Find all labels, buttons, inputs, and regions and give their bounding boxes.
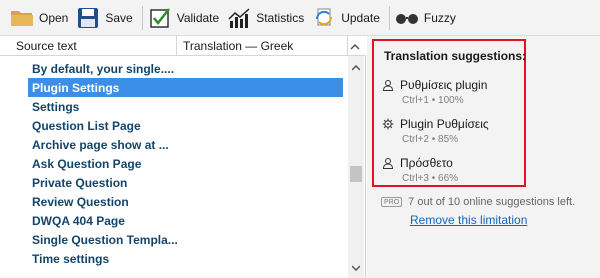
online-suggestions-status: PRO 7 out of 10 online suggestions left. — [381, 196, 575, 208]
fuzzy-button[interactable]: Fuzzy — [393, 3, 462, 33]
suggestion-meta: Ctrl+1 • 100% — [402, 95, 464, 106]
person-icon — [382, 79, 394, 91]
suggestion-meta: Ctrl+2 • 85% — [402, 134, 459, 145]
update-label: Update — [341, 10, 380, 25]
column-source-text[interactable]: Source text — [16, 39, 77, 53]
person-icon — [382, 157, 394, 169]
list-item-text: DWQA 404 Page — [32, 213, 125, 228]
list-item-selected[interactable]: Plugin Settings — [28, 78, 343, 97]
scroll-up-arrow-icon[interactable] — [351, 60, 361, 74]
pro-badge: PRO — [381, 197, 403, 207]
scroll-down-arrow-icon[interactable] — [351, 260, 361, 274]
suggestion-text: Ρυθμίσεις plugin — [400, 78, 488, 92]
validate-label: Validate — [176, 10, 220, 25]
list-item[interactable]: Single Question Templa... — [28, 230, 343, 249]
vertical-scrollbar[interactable] — [348, 56, 364, 278]
update-button[interactable]: Update — [310, 3, 386, 33]
list-item[interactable]: Private Question — [28, 173, 343, 192]
statistics-chart-icon — [227, 6, 251, 30]
strings-list: By default, your single.... Plugin Setti… — [0, 56, 348, 278]
list-item[interactable]: Question List Page — [28, 116, 343, 135]
sidebar-panel: Translation suggestions: Ρυθμίσεις plugi… — [367, 36, 600, 278]
list-item-text: Question List Page — [32, 118, 141, 133]
save-button[interactable]: Save — [74, 3, 138, 33]
checkbox-check-icon — [148, 6, 172, 30]
list-item[interactable]: DWQA 404 Page — [28, 211, 343, 230]
update-refresh-icon — [312, 6, 336, 30]
column-divider — [347, 36, 348, 56]
list-item-text: Private Question — [32, 175, 128, 190]
list-item-text: Ask Question Page — [32, 156, 142, 171]
translation-suggestions-box: Translation suggestions: Ρυθμίσεις plugi… — [372, 39, 526, 187]
fuzzy-label: Fuzzy — [423, 10, 456, 25]
list-item-text: By default, your single.... — [32, 61, 175, 76]
column-translation[interactable]: Translation — Greek — [183, 39, 293, 53]
list-item-text: Review Question — [32, 194, 129, 209]
floppy-disk-icon — [76, 6, 100, 30]
suggestion-text: Plugin Ρυθμίσεις — [400, 117, 489, 131]
suggestion-item[interactable]: Plugin Ρυθμίσεις Ctrl+2 • 85% — [382, 116, 524, 145]
suggestion-text: Πρόσθετο — [400, 156, 453, 170]
list-item-text: Settings — [32, 99, 80, 114]
remove-limitation-link[interactable]: Remove this limitation — [410, 213, 527, 227]
strings-list-pane: Source text Translation — Greek By defau… — [0, 36, 366, 278]
scroll-up-arrow-icon[interactable] — [350, 41, 360, 51]
list-item[interactable]: Review Question — [28, 192, 343, 211]
toolbar-separator — [141, 5, 143, 30]
suggestions-title: Translation suggestions: — [384, 49, 527, 63]
list-header: Source text Translation — Greek — [0, 36, 366, 56]
suggestion-meta: Ctrl+3 • 66% — [402, 173, 459, 184]
glasses-icon — [395, 6, 419, 30]
toolbar: Open Save Validate Statistics Update Fuz… — [0, 0, 600, 36]
list-item[interactable]: By default, your single.... — [28, 59, 343, 78]
statistics-label: Statistics — [256, 10, 305, 25]
scrollbar-thumb[interactable] — [350, 166, 362, 182]
list-item[interactable]: Archive page show at ... — [28, 135, 343, 154]
online-suggestions-text: 7 out of 10 online suggestions left. — [408, 196, 576, 208]
open-label: Open — [39, 10, 69, 25]
validate-button[interactable]: Validate — [146, 3, 225, 33]
toolbar-separator — [388, 5, 390, 30]
gear-icon — [382, 118, 394, 130]
list-item-text: Plugin Settings — [32, 80, 120, 95]
list-item-text: Archive page show at ... — [32, 137, 169, 152]
list-item-text: Single Question Templa... — [32, 232, 178, 247]
open-button[interactable]: Open — [8, 3, 74, 33]
list-item[interactable]: Settings — [28, 97, 343, 116]
statistics-button[interactable]: Statistics — [225, 3, 310, 33]
save-label: Save — [105, 10, 133, 25]
list-item-text: Time settings — [32, 251, 110, 266]
column-divider[interactable] — [176, 36, 177, 56]
suggestion-item[interactable]: Ρυθμίσεις plugin Ctrl+1 • 100% — [382, 77, 524, 106]
list-item[interactable]: Ask Question Page — [28, 154, 343, 173]
list-item[interactable]: Time settings — [28, 249, 343, 268]
folder-icon — [10, 6, 34, 30]
suggestion-item[interactable]: Πρόσθετο Ctrl+3 • 66% — [382, 155, 524, 184]
